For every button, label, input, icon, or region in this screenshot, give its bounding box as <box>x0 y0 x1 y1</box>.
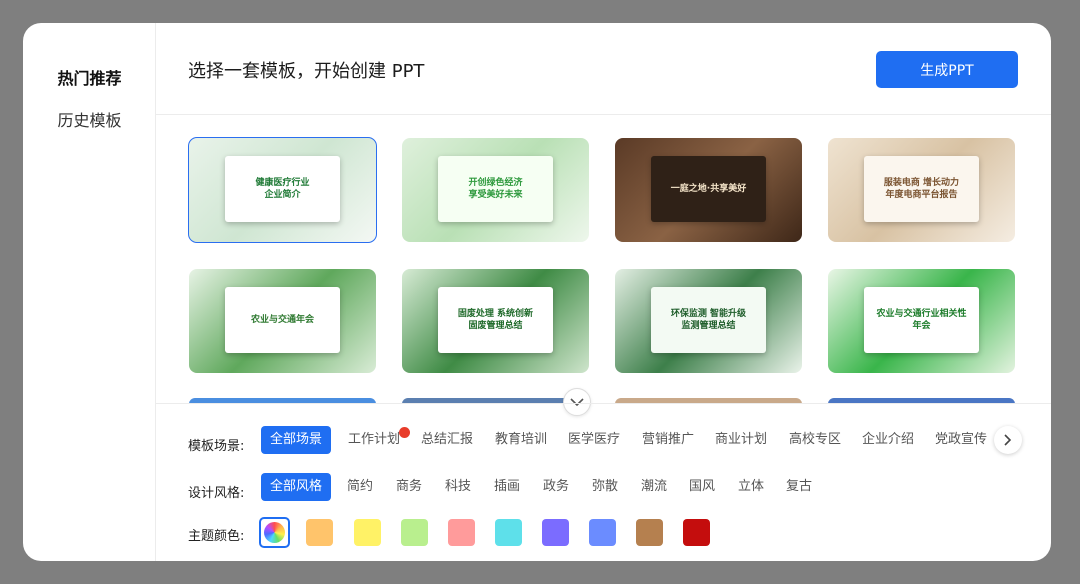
style-chip[interactable]: 简约 <box>347 473 373 501</box>
scene-chip[interactable]: 教育培训 <box>495 426 547 454</box>
template-title-line: 服装电商 增长动力 <box>883 177 960 188</box>
scene-chip[interactable]: 总结汇报 <box>421 426 473 454</box>
scene-chip[interactable]: 工作计划 <box>348 426 411 454</box>
template-card[interactable]: 农业与交通行业相关性 年会 <box>828 269 1015 373</box>
template-title-line: 农业与交通年会 <box>250 314 314 325</box>
template-card[interactable]: 环保监测 智能升级 监测管理总结 <box>615 269 802 373</box>
style-chip[interactable]: 政务 <box>543 473 569 501</box>
sidebar-item-hot[interactable]: 热门推荐 <box>23 65 156 89</box>
style-chip[interactable]: 商务 <box>396 473 422 501</box>
color-swatch-all[interactable] <box>259 517 290 548</box>
color-swatch[interactable] <box>636 519 663 546</box>
page-title: 选择一套模板，开始创建 PPT <box>188 61 425 82</box>
color-swatch[interactable] <box>401 519 428 546</box>
template-title-line: 年会 <box>912 321 931 331</box>
color-label: 主题颜色: <box>188 529 245 544</box>
color-swatch[interactable] <box>589 519 616 546</box>
template-cover-slide: 固废处理 系统创新 固废管理总结 <box>438 287 553 353</box>
template-dialog: 热门推荐 历史模板 选择一套模板，开始创建 PPT 生成PPT 健康医疗行业 企业… <box>23 23 1051 561</box>
scene-chip[interactable]: 医学医疗 <box>568 426 620 454</box>
scene-label: 模板场景: <box>188 439 245 454</box>
template-cover-slide: 服装电商 增长动力 年度电商平台报告 <box>864 156 979 222</box>
sidebar-item-history[interactable]: 历史模板 <box>23 107 156 131</box>
template-cover-slide: 环保监测 智能升级 监测管理总结 <box>651 287 766 353</box>
template-title-line: 企业简介 <box>264 190 301 200</box>
template-title-line: 农业与交通行业相关性 <box>876 308 967 319</box>
template-title-line: 环保监测 智能升级 <box>670 308 747 319</box>
main-panel: 选择一套模板，开始创建 PPT 生成PPT 健康医疗行业 企业简介 开创绿色经济 享受… <box>156 23 1051 561</box>
color-swatch[interactable] <box>542 519 569 546</box>
color-swatch[interactable] <box>306 519 333 546</box>
scene-chip[interactable]: 商业计划 <box>715 426 767 454</box>
style-chip[interactable]: 弥散 <box>592 473 618 501</box>
template-cover-slide: 一庭之地·共享美好 <box>651 156 766 222</box>
scene-chip[interactable]: 党政宣传 <box>935 426 987 454</box>
template-cover-slide: 开创绿色经济 享受美好未来 <box>438 156 553 222</box>
template-gallery[interactable]: 健康医疗行业 企业简介 开创绿色经济 享受美好未来 一庭之地·共享美好 服装电商 增长动力… <box>156 116 1051 403</box>
template-title-line: 固废处理 系统创新 <box>457 308 534 319</box>
template-card[interactable]: 一庭之地·共享美好 <box>615 138 802 242</box>
template-card[interactable]: 服装电商 增长动力 年度电商平台报告 <box>828 138 1015 242</box>
color-wheel-icon <box>264 522 285 543</box>
style-chip[interactable]: 复古 <box>786 473 812 501</box>
template-title-line: 年度电商平台报告 <box>885 190 958 200</box>
style-chip[interactable]: 国风 <box>689 473 715 501</box>
scene-chip[interactable]: 营销推广 <box>642 426 694 454</box>
color-swatch[interactable] <box>683 519 710 546</box>
template-card[interactable]: 固废处理 系统创新 固废管理总结 <box>402 269 589 373</box>
color-swatch[interactable] <box>495 519 522 546</box>
chevron-right-icon[interactable] <box>994 426 1022 454</box>
template-title-line: 一庭之地·共享美好 <box>670 183 747 194</box>
sidebar: 热门推荐 历史模板 <box>23 23 156 561</box>
template-title-line: 享受美好未来 <box>468 190 523 200</box>
template-title-line: 监测管理总结 <box>681 321 736 331</box>
style-chip[interactable]: 全部风格 <box>261 473 332 501</box>
template-card[interactable]: 农业与交通年会 <box>189 269 376 373</box>
template-card[interactable]: 健康医疗行业 企业简介 <box>188 137 377 243</box>
scene-chip[interactable]: 企业介绍 <box>862 426 914 454</box>
color-swatch[interactable] <box>448 519 475 546</box>
style-chip[interactable]: 潮流 <box>641 473 667 501</box>
generate-ppt-button[interactable]: 生成PPT <box>876 51 1018 88</box>
template-title-line: 健康医疗行业 <box>255 177 310 188</box>
header: 选择一套模板，开始创建 PPT 生成PPT <box>156 23 1051 115</box>
fire-icon <box>399 427 411 438</box>
template-title-line: 固废管理总结 <box>468 321 523 331</box>
color-swatch[interactable] <box>354 519 381 546</box>
style-label: 设计风格: <box>188 486 245 501</box>
template-card[interactable]: 开创绿色经济 享受美好未来 <box>402 138 589 242</box>
filter-panel: 模板场景: 全部场景 工作计划 总结汇报 教育培训 医学医疗 营销推广 商业计划 高校专区 企业… <box>156 403 1051 561</box>
style-chip[interactable]: 立体 <box>738 473 764 501</box>
scene-chip[interactable]: 高校专区 <box>789 426 841 454</box>
style-chip[interactable]: 科技 <box>445 473 471 501</box>
template-title-line: 开创绿色经济 <box>468 177 523 188</box>
template-cover-slide: 健康医疗行业 企业简介 <box>225 156 340 222</box>
scene-chip[interactable]: 全部场景 <box>261 426 332 454</box>
template-cover-slide: 农业与交通行业相关性 年会 <box>864 287 979 353</box>
style-chip[interactable]: 插画 <box>494 473 520 501</box>
template-cover-slide: 农业与交通年会 <box>225 287 340 353</box>
